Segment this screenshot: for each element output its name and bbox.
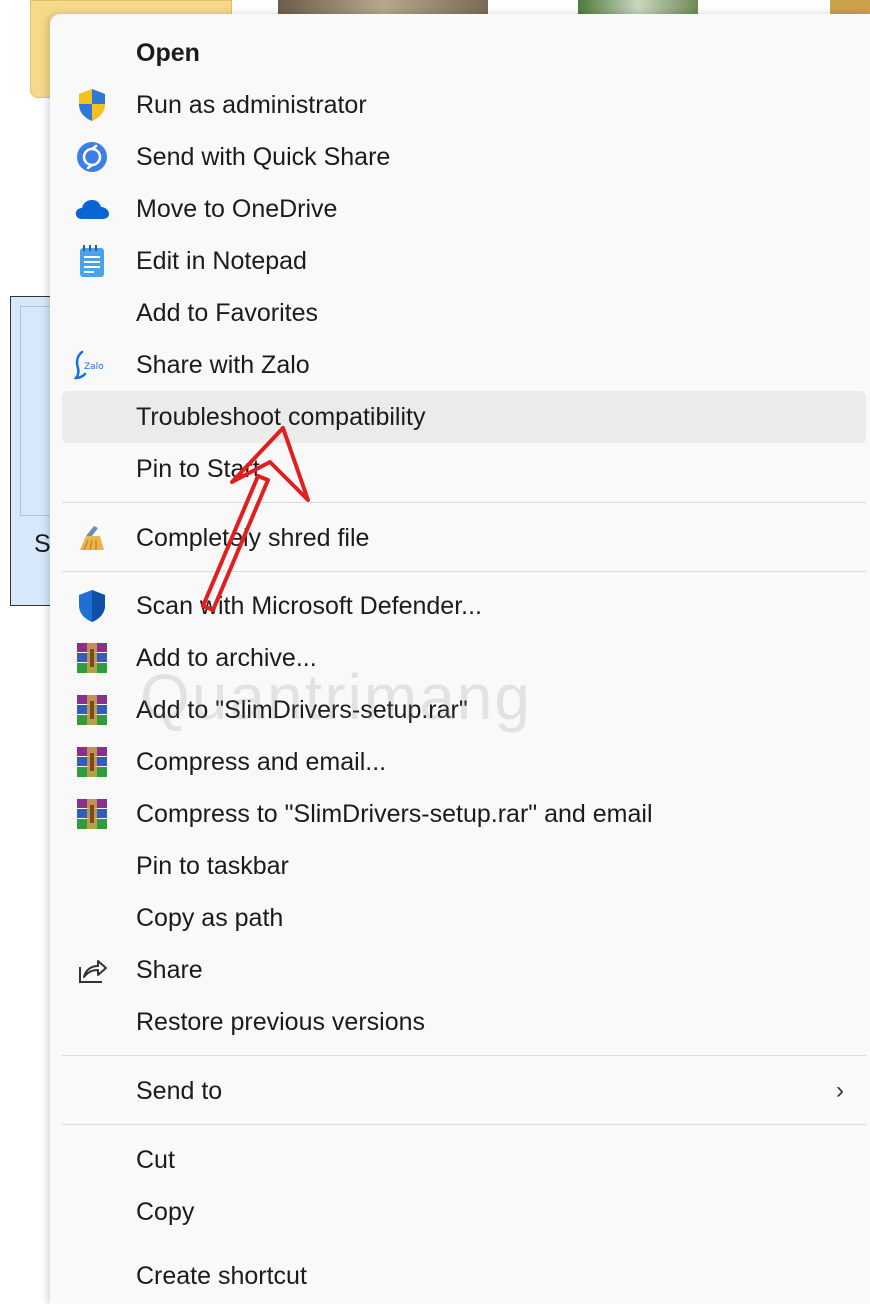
menu-separator (62, 502, 866, 503)
menu-item-pin-to-taskbar[interactable]: Pin to taskbar (62, 840, 866, 892)
menu-item-label: Compress to "SlimDrivers-setup.rar" and … (136, 799, 653, 828)
menu-item-create-shortcut[interactable]: Create shortcut (62, 1250, 866, 1302)
menu-separator (62, 1124, 866, 1125)
menu-item-send-with-quick-share[interactable]: Send with Quick Share (62, 131, 866, 183)
menu-item-label: Cut (136, 1145, 175, 1174)
menu-item-pin-to-start[interactable]: Pin to Start (62, 443, 866, 495)
menu-item-label: Copy (136, 1197, 195, 1226)
chevron-right-icon: › (836, 1077, 844, 1104)
menu-item-label: Send with Quick Share (136, 142, 391, 171)
menu-item-share-with-zalo[interactable]: Zalo Share with Zalo (62, 339, 866, 391)
menu-item-label: Open (136, 38, 200, 67)
menu-item-label: Run as administrator (136, 90, 367, 119)
menu-item-share[interactable]: Share (62, 944, 866, 996)
menu-item-label: Share (136, 955, 203, 984)
menu-item-label: Copy as path (136, 903, 284, 932)
menu-item-move-to-onedrive[interactable]: Move to OneDrive (62, 183, 866, 235)
menu-item-scan-with-microsoft-defender[interactable]: Scan with Microsoft Defender... (62, 580, 866, 632)
menu-item-send-to[interactable]: Send to › (62, 1065, 866, 1117)
winrar-icon (74, 692, 110, 728)
quick-share-icon (74, 139, 110, 175)
menu-item-label: Completely shred file (136, 523, 370, 552)
menu-separator (62, 1055, 866, 1056)
menu-item-label: Share with Zalo (136, 350, 310, 379)
defender-icon (74, 588, 110, 624)
watermark: Quantrimang (140, 661, 532, 733)
menu-item-label: Pin to taskbar (136, 851, 289, 880)
menu-item-edit-in-notepad[interactable]: Edit in Notepad (62, 235, 866, 287)
menu-item-copy[interactable]: Copy (62, 1186, 866, 1238)
menu-item-compress-to-rar-and-email[interactable]: Compress to "SlimDrivers-setup.rar" and … (62, 788, 866, 840)
menu-item-copy-as-path[interactable]: Copy as path (62, 892, 866, 944)
shield-icon (74, 87, 110, 123)
menu-item-label: Restore previous versions (136, 1007, 426, 1036)
menu-item-cut[interactable]: Cut (62, 1134, 866, 1186)
share-icon (74, 952, 110, 988)
menu-item-label: Scan with Microsoft Defender... (136, 591, 482, 620)
menu-item-label: Send to (136, 1076, 223, 1105)
shred-icon (74, 520, 110, 556)
zalo-icon: Zalo (74, 347, 110, 383)
svg-text:Zalo: Zalo (84, 362, 104, 372)
menu-item-label: Create shortcut (136, 1261, 307, 1290)
onedrive-icon (74, 191, 110, 227)
menu-item-label: Add to Favorites (136, 298, 319, 327)
winrar-icon (74, 744, 110, 780)
notepad-icon (74, 243, 110, 279)
menu-separator (62, 571, 866, 572)
menu-item-troubleshoot-compatibility[interactable]: Troubleshoot compatibility (62, 391, 866, 443)
menu-item-run-as-administrator[interactable]: Run as administrator (62, 79, 866, 131)
menu-item-add-to-favorites[interactable]: Add to Favorites (62, 287, 866, 339)
winrar-icon (74, 796, 110, 832)
menu-item-compress-and-email[interactable]: Compress and email... (62, 736, 866, 788)
winrar-icon (74, 640, 110, 676)
menu-item-label: Compress and email... (136, 747, 387, 776)
menu-item-label: Move to OneDrive (136, 194, 338, 223)
menu-item-label: Pin to Start (136, 454, 260, 483)
menu-item-label: Troubleshoot compatibility (136, 402, 426, 431)
menu-item-completely-shred-file[interactable]: Completely shred file (62, 512, 866, 564)
menu-item-open[interactable]: Open (62, 27, 866, 79)
menu-item-label: Edit in Notepad (136, 246, 307, 275)
menu-item-restore-previous-versions[interactable]: Restore previous versions (62, 996, 866, 1048)
